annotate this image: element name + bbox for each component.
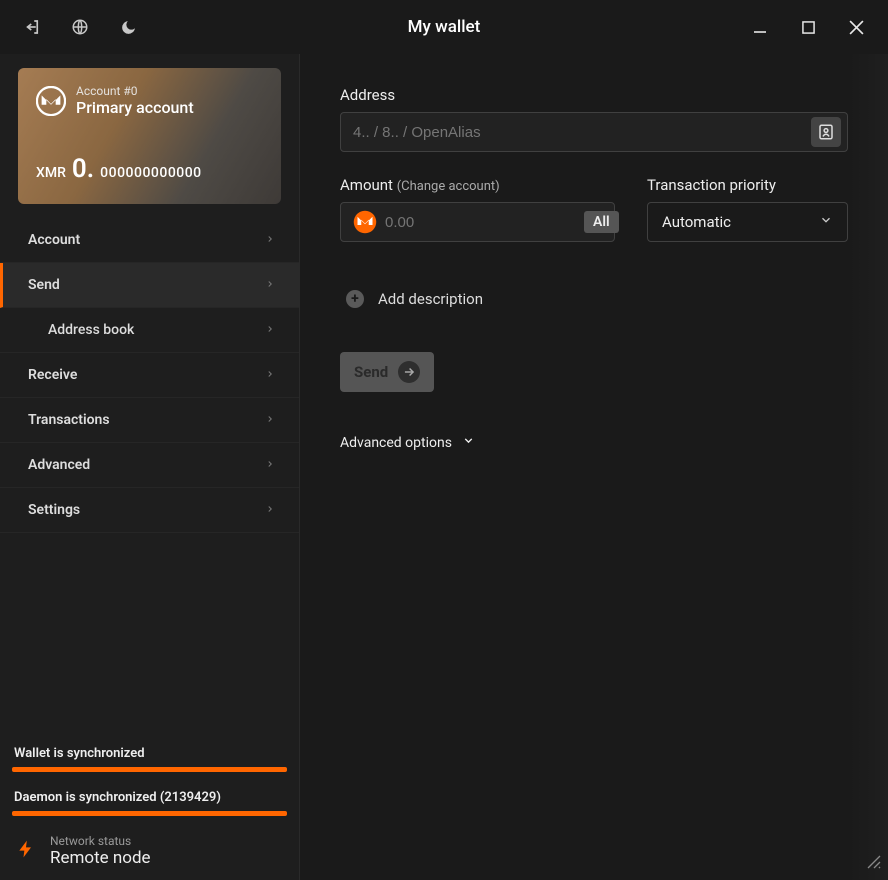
sidebar-item-receive[interactable]: Receive bbox=[0, 353, 299, 398]
sidebar-item-label: Transactions bbox=[28, 412, 110, 428]
sidebar-item-label: Advanced bbox=[28, 457, 90, 473]
chevron-right-icon bbox=[265, 412, 275, 428]
sidebar-item-settings[interactable]: Settings bbox=[0, 488, 299, 533]
network-caption: Network status bbox=[50, 834, 151, 848]
sidebar-item-label: Receive bbox=[28, 367, 77, 383]
plus-icon: + bbox=[346, 290, 364, 308]
chevron-right-icon bbox=[265, 367, 275, 383]
bolt-icon bbox=[16, 835, 36, 867]
account-card[interactable]: Account #0 Primary account XMR 0. 000000… bbox=[18, 68, 281, 204]
network-status[interactable]: Network status Remote node bbox=[12, 834, 287, 868]
address-label: Address bbox=[340, 86, 848, 104]
balance: XMR 0. 000000000000 bbox=[36, 154, 202, 184]
monero-logo-icon bbox=[36, 86, 66, 116]
monero-icon bbox=[353, 210, 377, 234]
address-input[interactable] bbox=[353, 124, 809, 141]
priority-label: Transaction priority bbox=[647, 176, 848, 194]
sidebar-item-label: Settings bbox=[28, 502, 80, 518]
add-description-button[interactable]: + Add description bbox=[340, 290, 848, 308]
close-button[interactable] bbox=[832, 6, 880, 48]
moon-icon[interactable] bbox=[104, 6, 152, 48]
address-book-button[interactable] bbox=[811, 117, 841, 147]
daemon-sync-status: Daemon is synchronized (2139429) bbox=[14, 790, 287, 805]
amount-input[interactable] bbox=[385, 214, 584, 231]
wallet-sync-bar bbox=[12, 767, 287, 772]
logout-icon[interactable] bbox=[8, 6, 56, 48]
advanced-options-toggle[interactable]: Advanced options bbox=[340, 434, 848, 451]
chevron-right-icon bbox=[265, 322, 275, 338]
priority-select[interactable]: Automatic bbox=[647, 202, 848, 242]
network-value: Remote node bbox=[50, 848, 151, 868]
sidebar-item-transactions[interactable]: Transactions bbox=[0, 398, 299, 443]
chevron-down-icon bbox=[462, 434, 475, 451]
chevron-right-icon bbox=[265, 232, 275, 248]
minimize-button[interactable] bbox=[736, 6, 784, 48]
sidebar-item-label: Account bbox=[28, 232, 80, 248]
resize-grip-icon[interactable] bbox=[866, 854, 882, 874]
sidebar-item-label: Send bbox=[28, 277, 60, 293]
sidebar-item-label: Address book bbox=[48, 322, 134, 338]
chevron-right-icon bbox=[265, 277, 275, 293]
daemon-sync-bar bbox=[12, 811, 287, 816]
globe-icon[interactable] bbox=[56, 6, 104, 48]
sidebar-item-send[interactable]: Send bbox=[0, 263, 299, 308]
send-button[interactable]: Send bbox=[340, 352, 434, 392]
chevron-right-icon bbox=[265, 502, 275, 518]
account-name: Primary account bbox=[76, 98, 194, 117]
amount-all-button[interactable]: All bbox=[584, 211, 619, 233]
sidebar-item-advanced[interactable]: Advanced bbox=[0, 443, 299, 488]
account-number: Account #0 bbox=[76, 84, 194, 98]
priority-value: Automatic bbox=[662, 213, 731, 231]
sidebar-item-account[interactable]: Account bbox=[0, 218, 299, 263]
sidebar-item-address-book[interactable]: Address book bbox=[0, 308, 299, 353]
wallet-sync-status: Wallet is synchronized bbox=[14, 746, 287, 761]
chevron-right-icon bbox=[265, 457, 275, 473]
maximize-button[interactable] bbox=[784, 6, 832, 48]
arrow-right-icon bbox=[398, 361, 420, 383]
amount-label: Amount (Change account) bbox=[340, 176, 615, 194]
chevron-down-icon bbox=[819, 213, 833, 231]
change-account-link[interactable]: (Change account) bbox=[397, 179, 500, 194]
window-title: My wallet bbox=[152, 17, 736, 37]
